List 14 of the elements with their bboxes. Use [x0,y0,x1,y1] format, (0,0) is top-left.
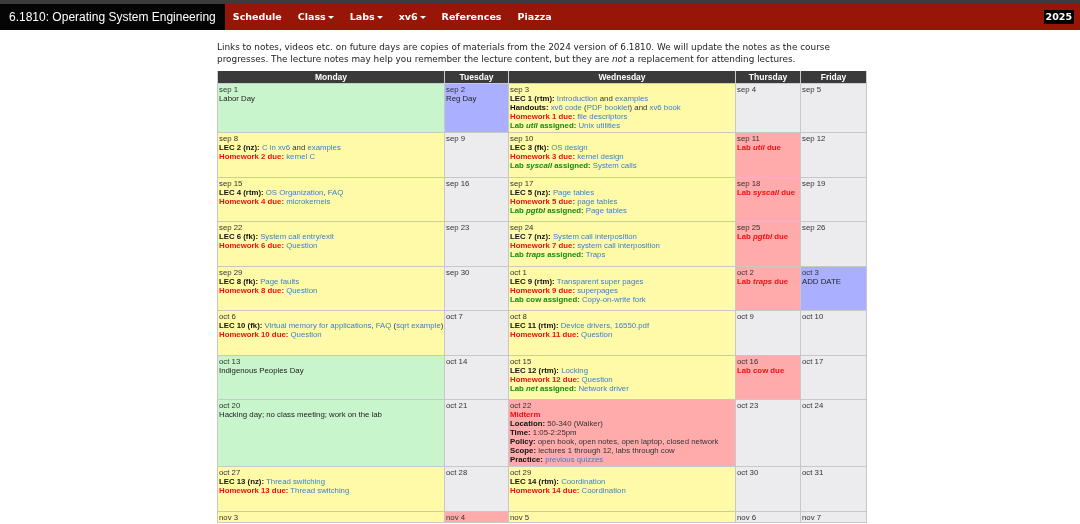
nav-link[interactable]: References [433,4,510,30]
nav-link[interactable]: Schedule [224,4,290,30]
nav-link[interactable]: Class [289,4,342,30]
site-title[interactable]: 6.1810: Operating System Engineering [0,4,225,30]
nav-link[interactable]: Labs [341,4,391,30]
year-label: 2025 [1043,9,1074,25]
column-header: Monday [217,71,445,84]
column-header: Thursday [735,71,801,84]
intro-paragraph: Links to notes, videos etc. on future days are copies of materials from the 2024 version of 6.1810. We will update the notes as the course progresses. The lecture notes may help you remember the lecture content, but they are not a replacement for attending lectures. [217,41,831,65]
column-header: Tuesday [444,71,509,84]
column-header: Wednesday [508,71,736,84]
nav-link[interactable]: xv6 [390,4,434,30]
column-header: Friday [800,71,867,84]
nav-link[interactable]: Piazza [509,4,560,30]
